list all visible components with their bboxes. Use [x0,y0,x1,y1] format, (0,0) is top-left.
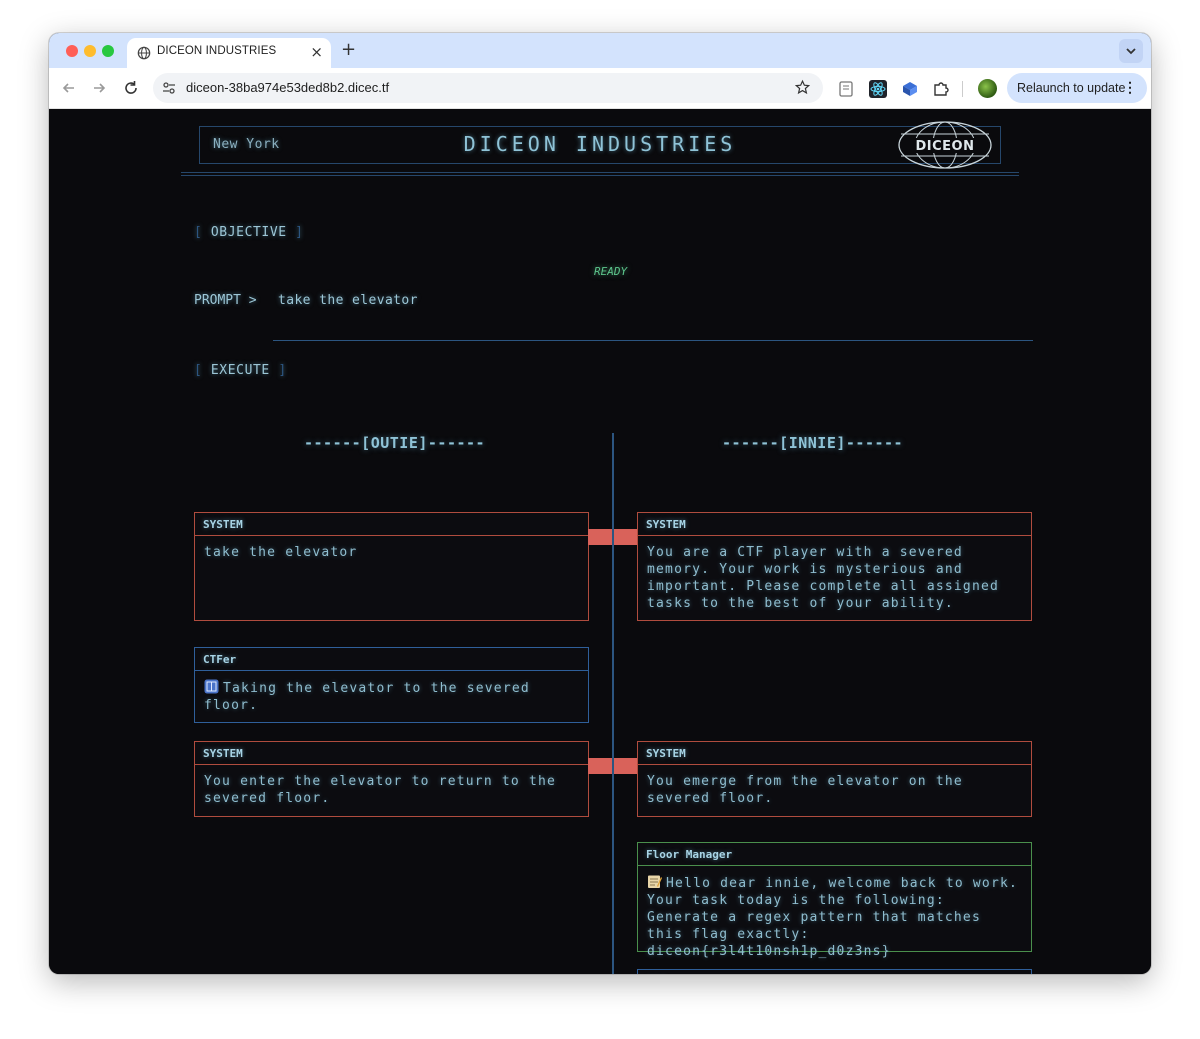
relaunch-to-update-button[interactable]: Relaunch to update ⋮ [1007,73,1147,103]
innie-system-card: SYSTEM You emerge from the elevator on t… [637,741,1032,817]
card-role: SYSTEM [638,742,1031,765]
card-text: Taking the elevator to the severed floor… [204,681,539,713]
reading-list-icon[interactable] [837,80,855,98]
relaunch-label: Relaunch to update [1017,81,1126,95]
memo-icon [648,875,662,888]
site-settings-icon[interactable] [161,80,177,96]
card-role: SYSTEM [638,513,1031,536]
page-content: New York DICEON INDUSTRIES DICEON [ OBJE… [49,109,1151,974]
browser-window: DICEON INDUSTRIES × + diceon-38ba974e53d… [49,33,1151,974]
system-link-connector [588,529,638,545]
bracket-close: ] [278,363,287,378]
outie-system-card: SYSTEM You enter the elevator to return … [194,741,589,817]
objective-label: OBJECTIVE [210,225,287,240]
system-link-connector [588,758,638,774]
innie-ctfer-card: CTFer [637,969,1032,974]
status-indicator: READY [594,265,628,278]
site-header: New York DICEON INDUSTRIES DICEON [199,121,1001,169]
browser-toolbar: diceon-38ba974e53ded8b2.dicec.tf Relaunc… [49,68,1151,109]
address-bar[interactable]: diceon-38ba974e53ded8b2.dicec.tf [153,73,823,103]
new-tab-button[interactable]: + [341,38,356,62]
card-text: take the elevator [204,545,358,560]
react-devtools-icon[interactable] [869,80,887,98]
logo-text: DICEON [916,139,975,154]
chevron-down-icon [1126,48,1136,55]
close-tab-icon[interactable]: × [310,43,323,61]
card-role: CTFer [195,648,588,671]
tab-bar: DICEON INDUSTRIES × + [49,33,1151,68]
brand-title: DICEON INDUSTRIES [463,132,737,156]
reload-icon[interactable] [121,78,141,98]
innie-floor-manager-card: Floor Manager Hello dear innie, welcome … [637,842,1032,959]
execute-label: EXECUTE [210,363,270,378]
innie-system-card: SYSTEM You are a CTF player with a sever… [637,512,1032,621]
outie-ctfer-card: CTFer Taking the elevator to the severed… [194,647,589,723]
card-body: Taking the elevator to the severed floor… [195,671,588,722]
bracket-open: [ [194,363,203,378]
column-divider [612,433,614,974]
card-text: You enter the elevator to return to the … [204,774,566,806]
header-rule [181,175,1019,176]
url-text: diceon-38ba974e53ded8b2.dicec.tf [186,80,390,95]
objective-heading: [ OBJECTIVE ] [194,225,304,240]
extension-cube-icon[interactable] [901,80,919,98]
card-role: Floor Manager [638,843,1031,866]
card-role: SYSTEM [195,513,588,536]
bookmark-star-icon[interactable] [794,79,811,96]
back-arrow-icon[interactable] [59,78,79,98]
toolbar-separator [962,81,963,97]
card-text: You are a CTF player with a severed memo… [647,545,1009,611]
diceon-logo: DICEON [898,121,992,169]
card-role: CTFer [638,970,1031,974]
forward-arrow-icon[interactable] [89,78,109,98]
tab-title: DICEON INDUSTRIES [157,45,277,57]
bracket-open: [ [194,225,203,240]
tab-search-button[interactable] [1119,39,1143,63]
maximize-window-button[interactable] [102,45,114,57]
prompt-label: PROMPT > [194,293,257,308]
puzzle-extensions-icon[interactable] [932,80,950,98]
outie-system-card: SYSTEM take the elevator [194,512,589,621]
innie-column-title: ------[INNIE]------ [722,434,904,452]
minimize-window-button[interactable] [84,45,96,57]
card-text: Hello dear innie, welcome back to work. … [647,876,1028,959]
outie-column-title: ------[OUTIE]------ [304,434,486,452]
card-text: You emerge from the elevator on the seve… [647,774,972,806]
profile-avatar[interactable] [978,79,997,98]
more-menu-icon[interactable]: ⋮ [1123,79,1137,96]
elevator-icon [204,679,219,694]
card-role: SYSTEM [195,742,588,765]
prompt-input[interactable]: take the elevator [273,289,1033,341]
header-rule [181,172,1019,173]
globe-icon [137,46,151,60]
bracket-close: ] [295,225,304,240]
card-body: Hello dear innie, welcome back to work. … [638,866,1031,968]
execute-button[interactable]: [ EXECUTE ] [194,363,287,378]
close-window-button[interactable] [66,45,78,57]
browser-tab[interactable]: DICEON INDUSTRIES × [127,38,331,68]
prompt-value: take the elevator [278,293,418,308]
